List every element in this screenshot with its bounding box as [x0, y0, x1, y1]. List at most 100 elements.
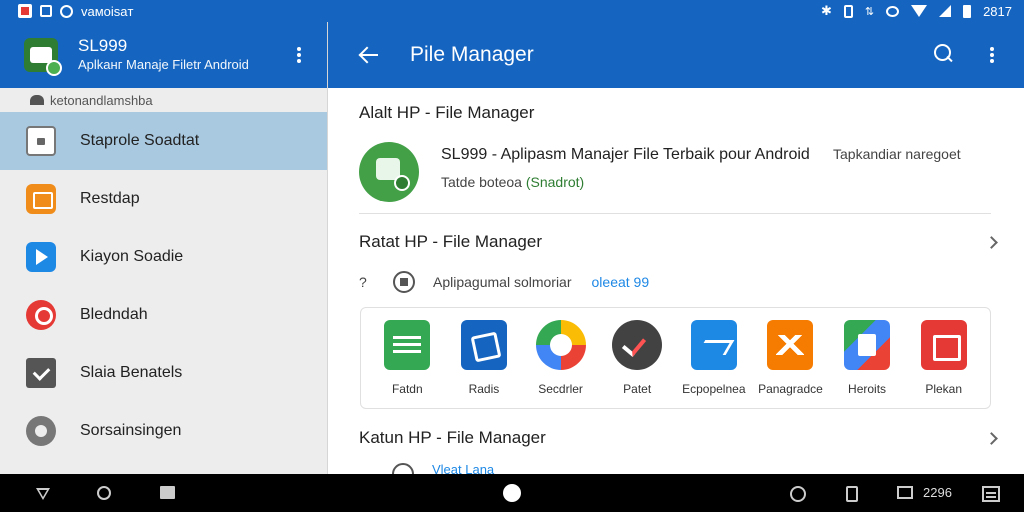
list-icon[interactable]	[982, 486, 1000, 502]
clipboard-icon	[26, 126, 56, 156]
docs-app-icon	[384, 320, 431, 370]
section-title-2[interactable]: Ratat HP - File Manager	[359, 232, 542, 252]
help-mark: ?	[359, 274, 367, 290]
image-notification-icon	[40, 5, 52, 17]
drawer-item-label: Slaia Benatels	[80, 364, 183, 381]
section-title-3[interactable]: Katun HP - File Manager	[359, 428, 546, 448]
zoom-icon[interactable]	[790, 486, 806, 502]
app-bar: Pile Manager	[328, 22, 1024, 88]
signal-icon	[939, 5, 952, 17]
more-options-icon[interactable]	[990, 47, 994, 63]
drawer-item-label: Bledndah	[80, 306, 148, 323]
bluetooth-icon: ✱	[820, 3, 832, 18]
drawer-header: SL999 Aplkанг Manaje Filetr Android	[0, 22, 327, 88]
section3-link[interactable]: Vleat Lana	[432, 462, 494, 474]
divider	[359, 213, 991, 214]
status-bar: vaмoisaт ✱ ⇅ 2817	[0, 0, 1024, 22]
app-subtitle: Tatde boteoa (Snadrot)	[441, 174, 584, 190]
window-icon[interactable]	[897, 486, 913, 499]
nav-circle-icon[interactable]	[97, 486, 111, 500]
drawer-item-2[interactable]: Kiayon Soadie	[0, 228, 327, 286]
nav-back-icon[interactable]	[36, 488, 50, 500]
meta-text: Apliрagumal solmoriar	[433, 274, 572, 290]
app-name[interactable]: SL999 - Apliрasm Manajer File Terbaik po…	[441, 146, 810, 164]
navigation-drawer: SL999 Aplkанг Manaje Filetr Android keto…	[0, 22, 328, 474]
battery-icon	[963, 4, 972, 18]
app-subtitle-tag: (Snadrot)	[525, 174, 585, 190]
app-tile[interactable]: Patet	[599, 308, 676, 408]
account-label: ketonandlamshba	[50, 92, 153, 108]
app-tile-label: Secdrler	[538, 382, 583, 396]
drawer-item-3[interactable]: Bledndah	[0, 286, 327, 344]
drawer-item-label: Restdap	[80, 190, 140, 207]
app-tile[interactable]: Heroits	[829, 308, 906, 408]
nav-recents-icon[interactable]	[160, 486, 175, 499]
app-publisher: Tapkandiar naregoet	[833, 146, 961, 162]
app-tile-label: Patet	[623, 382, 652, 396]
drive-app-icon	[844, 320, 891, 370]
location-pin-icon	[26, 300, 56, 330]
drawer-account-row[interactable]: ketonandlamshba	[0, 88, 327, 112]
status-time: 2817	[983, 3, 1012, 19]
drawer-item-1[interactable]: Restdap	[0, 170, 327, 228]
rotate-icon[interactable]	[846, 486, 858, 502]
app-tile[interactable]: Panagradce	[752, 308, 829, 408]
vibrate-icon	[843, 4, 853, 18]
app-tile-label: Heroits	[848, 382, 887, 396]
app-tile[interactable]: Ecpopelnea	[676, 308, 753, 408]
back-arrow-icon[interactable]	[358, 45, 380, 65]
chevron-right-icon[interactable]	[985, 432, 998, 445]
system-nav-bar: 2296	[0, 474, 1024, 512]
play-icon	[26, 242, 56, 272]
nav-indicator-text: 2296	[923, 485, 952, 500]
wifi-app-icon	[535, 320, 586, 370]
app-tile-label: Plekan	[925, 382, 963, 396]
drawer-title: SL999	[78, 36, 128, 55]
drawer-item-0[interactable]: Staprole Soadtat	[0, 112, 327, 170]
app-icon[interactable]	[359, 142, 419, 202]
nav-home-icon[interactable]	[503, 484, 521, 502]
section-title-1: Alalt HP - File Manager	[359, 103, 535, 122]
drawer-more-icon[interactable]	[297, 47, 301, 63]
drawer-item-5[interactable]: Sorsainsingen	[0, 402, 327, 460]
sync-notification-icon	[60, 4, 73, 18]
drawer-item-label: Kiayon Soadie	[80, 248, 184, 265]
nfc-icon	[886, 5, 900, 17]
app-tile-label: Ecpopelnea	[682, 382, 746, 396]
app-tile[interactable]: Fatdn	[369, 308, 446, 408]
app-tile[interactable]: Plekan	[905, 308, 982, 408]
data-icon: ⇅	[864, 5, 875, 18]
app-tile[interactable]: Radis	[446, 308, 523, 408]
meta-row: ? Apliрagumal solmoriar oleeat 99	[359, 271, 649, 293]
app-logo-icon	[24, 38, 62, 76]
drawer-menu: Staprole Soadtat Restdap Kiayon Soadie B…	[0, 112, 327, 460]
meta-link[interactable]: oleeat 99	[592, 274, 650, 290]
app-tile[interactable]: Secdrler	[522, 308, 599, 408]
account-icon	[30, 95, 44, 105]
drawer-subtitle: Aplkанг Manaje Filetr Android	[78, 57, 249, 72]
gear-icon	[26, 416, 56, 446]
main-panel: Pile Manager Alalt HP - File Manager SL9…	[328, 22, 1024, 474]
app-tile-label: Fatdn	[391, 382, 423, 396]
chart-app-icon	[690, 320, 737, 370]
check-app-icon	[612, 320, 663, 370]
book-icon	[26, 184, 56, 214]
files-app-icon	[460, 320, 507, 370]
app-subtitle-text: Tatde boteoa	[441, 174, 526, 190]
chevron-right-icon[interactable]	[985, 236, 998, 249]
app-tile-label: Radis	[468, 382, 500, 396]
drawer-item-4[interactable]: Slaia Benatels	[0, 344, 327, 402]
storage-icon	[393, 271, 415, 293]
drawer-item-label: Sorsainsingen	[80, 422, 182, 439]
page-title: Pile Manager	[410, 43, 534, 66]
wifi-icon	[911, 5, 928, 17]
drawer-item-label: Staprole Soadtat	[80, 132, 200, 149]
app-tiles-card: Fatdn Radis Secdrler Patet Ecpopelnea Pa…	[360, 307, 991, 409]
app-tile-label: Panagradce	[758, 382, 823, 396]
gmail-notification-icon	[18, 4, 32, 18]
search-icon[interactable]	[934, 44, 954, 64]
storage-icon	[392, 463, 414, 474]
calendar-app-icon	[920, 320, 967, 370]
status-app-label: vaмoisaт	[81, 3, 134, 19]
mail-app-icon	[767, 320, 814, 370]
